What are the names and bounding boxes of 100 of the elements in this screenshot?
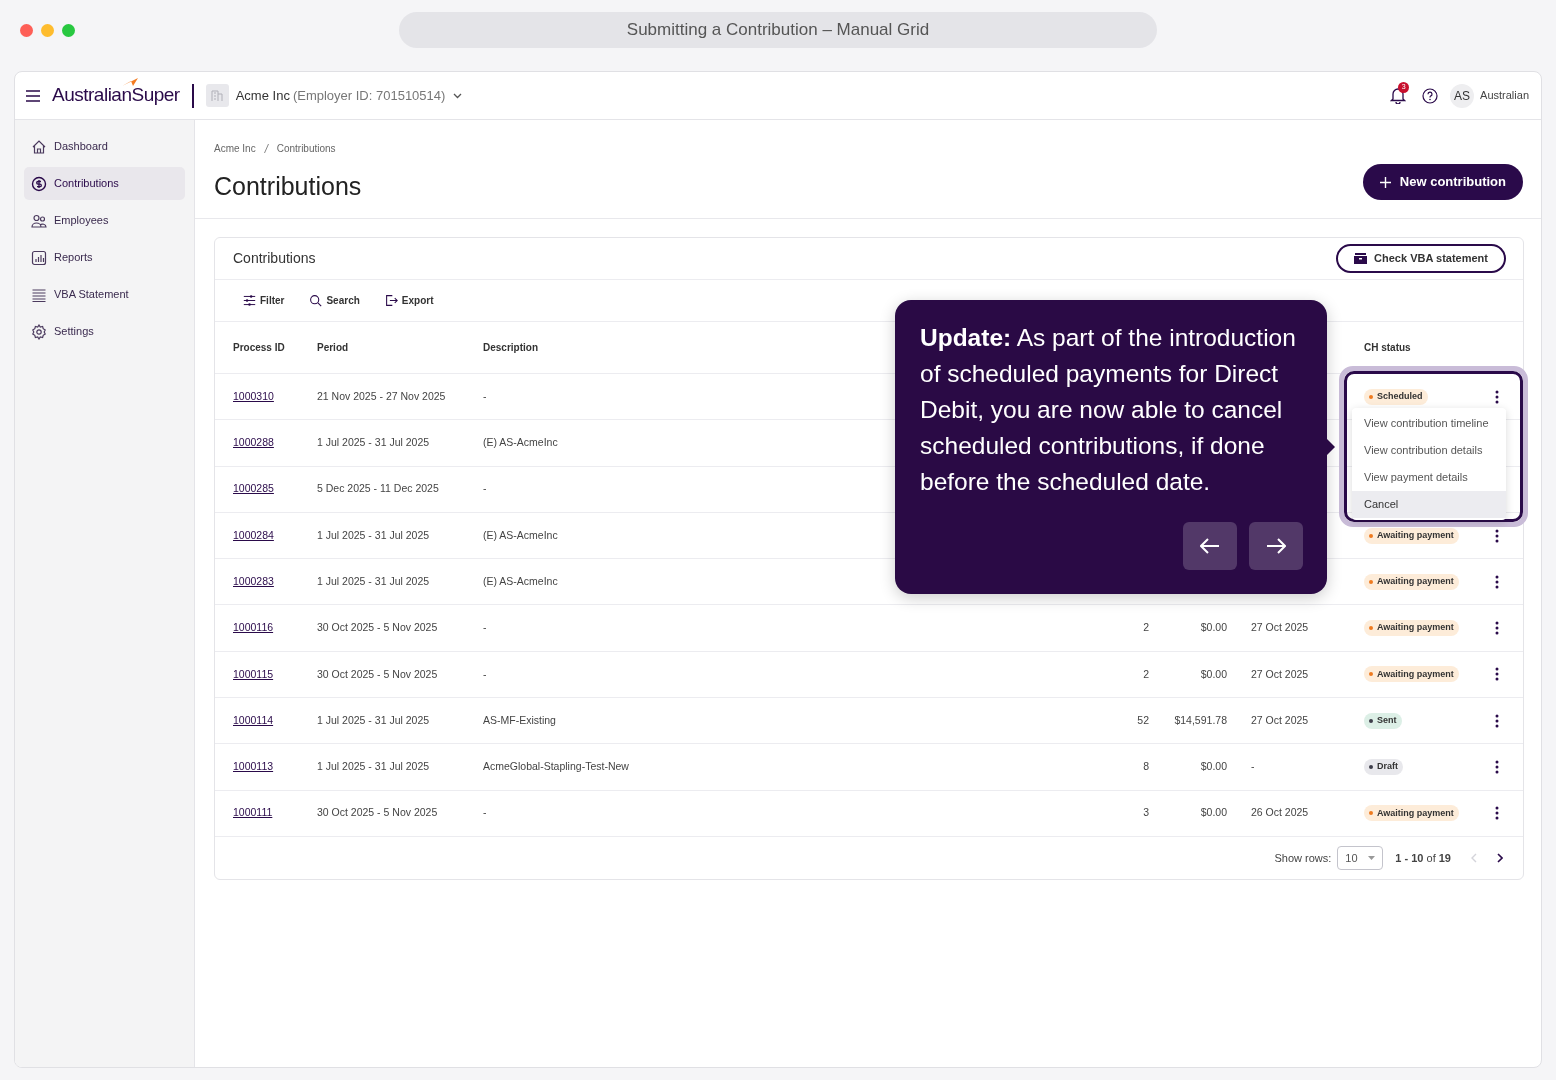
check-vba-button[interactable]: Check VBA statement [1336, 244, 1506, 273]
column-header: Process ID [233, 341, 285, 355]
more-options-icon[interactable] [1495, 574, 1499, 589]
sidebar-item[interactable]: Settings [24, 315, 185, 348]
table-cell-text: (E) AS-AcmeInc [483, 573, 558, 589]
status-badge: Sent [1364, 712, 1402, 729]
table-cell-text: - [483, 666, 487, 682]
more-options-icon[interactable] [1495, 621, 1499, 636]
table-cell-text: 1 Jul 2025 - 31 Jul 2025 [317, 527, 430, 543]
table-cell-text: 21 Nov 2025 - 27 Nov 2025 [317, 388, 446, 404]
window-title: Submitting a Contribution – Manual Grid [399, 12, 1157, 48]
new-contribution-button[interactable]: New contribution [1362, 164, 1523, 200]
process-id-link[interactable]: 1000288 [233, 435, 274, 451]
close-window-icon[interactable] [20, 24, 33, 37]
search-button[interactable]: Search [309, 293, 360, 308]
table-cell-text: 27 Oct 2025 [1251, 712, 1309, 728]
menu-item[interactable]: View contribution timeline [1352, 410, 1506, 437]
show-rows-label: Show rows: [1274, 850, 1332, 866]
sidebar-item[interactable]: Dashboard [24, 130, 185, 163]
table-cell: 2 [1143, 620, 1149, 636]
table-cell: 30 Oct 2025 - 5 Nov 2025 [317, 620, 438, 636]
table-cell-text: 30 Oct 2025 - 5 Nov 2025 [317, 666, 438, 682]
status-badge: Awaiting payment [1364, 666, 1459, 683]
next-page-icon[interactable] [1497, 852, 1503, 863]
chart-icon [31, 249, 47, 266]
status-badge: Awaiting payment [1364, 805, 1459, 822]
sidebar-item[interactable]: Reports [24, 241, 185, 274]
process-id-link[interactable]: 1000111 [233, 805, 273, 822]
tray-icon [1354, 253, 1368, 264]
process-id-link[interactable]: 1000115 [233, 666, 274, 683]
column-header: CH status [1364, 341, 1411, 355]
table-cell: 8 [1143, 759, 1149, 775]
more-options-icon[interactable] [1495, 713, 1499, 728]
filter-button[interactable]: Filter [243, 293, 285, 308]
table-cell: 27 Oct 2025 [1251, 620, 1309, 636]
employer-name: Acme Inc [235, 86, 290, 105]
home-icon [31, 138, 47, 155]
table-cell-text: $14,591.78 [1174, 712, 1227, 728]
breadcrumb-link[interactable]: Contributions [276, 141, 336, 156]
gear-icon [31, 323, 47, 340]
table-cell-text: 1 Jul 2025 - 31 Jul 2025 [317, 712, 430, 728]
tooltip-text: Update: As part of the introduction of scheduled payments for Direct Debit, you are now able to cancel scheduled contributions, if done before the scheduled date. [920, 323, 1297, 497]
dollar-icon [31, 175, 47, 192]
page-range: 1 - 10 of 19 [1395, 850, 1451, 866]
avatar[interactable]: AS [1450, 83, 1475, 108]
export-button[interactable]: Export [384, 293, 434, 308]
card-title: Contributions [233, 249, 316, 268]
menu-item[interactable]: View payment details [1352, 464, 1506, 491]
table-cell-text: - [483, 388, 487, 404]
table-cell: 1 Jul 2025 - 31 Jul 2025 [317, 435, 430, 451]
help-icon[interactable] [1422, 87, 1439, 104]
process-id-link[interactable]: 1000116 [233, 620, 274, 636]
breadcrumb-link[interactable]: Acme Inc [214, 141, 256, 156]
status-badge: Awaiting payment [1364, 573, 1459, 590]
column-header: Period [317, 341, 349, 355]
status-badge: Awaiting payment [1364, 527, 1459, 544]
previous-button[interactable] [1183, 522, 1237, 570]
status-badge: Awaiting payment [1364, 620, 1459, 637]
table-cell-text: 5 Dec 2025 - 11 Dec 2025 [317, 481, 439, 497]
more-options-icon[interactable] [1495, 528, 1499, 543]
employer-id: (Employer ID: 701510514) [292, 86, 446, 105]
process-id-link[interactable]: 1000283 [233, 573, 274, 590]
arrow-left-icon [1200, 538, 1220, 554]
building-icon [205, 84, 229, 107]
table-cell-text: 1 Jul 2025 - 31 Jul 2025 [317, 573, 430, 589]
menu-icon[interactable] [26, 89, 40, 102]
process-id-link[interactable]: 1000285 [233, 481, 274, 498]
slash-icon [263, 144, 269, 153]
more-options-icon[interactable] [1495, 806, 1499, 821]
table-cell-text: (E) AS-AcmeInc [483, 527, 558, 543]
chevron-down-icon[interactable] [453, 92, 463, 99]
arrow-right-icon [1266, 538, 1286, 554]
logo[interactable]: AustralianSuper [52, 81, 180, 110]
more-options-icon[interactable] [1495, 389, 1499, 404]
status-badge: Scheduled [1364, 388, 1428, 405]
table-cell: $0.00 [1200, 759, 1227, 775]
process-id-link[interactable]: 1000284 [233, 527, 274, 544]
sidebar-item[interactable]: VBA Statement [24, 278, 185, 311]
table-cell-text: 52 [1137, 712, 1149, 728]
process-id-link[interactable]: 1000114 [233, 712, 274, 729]
table-cell-text: - [483, 481, 487, 497]
process-id-link[interactable]: 1000113 [233, 759, 274, 775]
bell-icon[interactable] [1390, 87, 1407, 104]
table-cell: $0.00 [1200, 620, 1227, 636]
process-id-link[interactable]: 1000310 [233, 388, 274, 405]
sidebar-item[interactable]: Contributions [24, 167, 185, 200]
plus-icon [1379, 176, 1391, 188]
menu-item[interactable]: Cancel [1352, 491, 1506, 518]
menu-item[interactable]: View contribution details [1352, 437, 1506, 464]
caret-icon [1368, 855, 1376, 860]
sidebar-item[interactable]: Employees [24, 204, 185, 237]
next-button[interactable] [1249, 522, 1303, 570]
more-options-icon[interactable] [1495, 760, 1499, 774]
table-cell-text: 26 Oct 2025 [1251, 805, 1309, 821]
search-icon [309, 294, 323, 307]
table-cell-text: 27 Oct 2025 [1251, 666, 1309, 682]
more-options-icon[interactable] [1495, 667, 1499, 682]
user-name: Australian [1480, 88, 1529, 104]
filter-icon [243, 294, 256, 307]
rows-per-page-select[interactable]: 10 [1337, 845, 1384, 870]
